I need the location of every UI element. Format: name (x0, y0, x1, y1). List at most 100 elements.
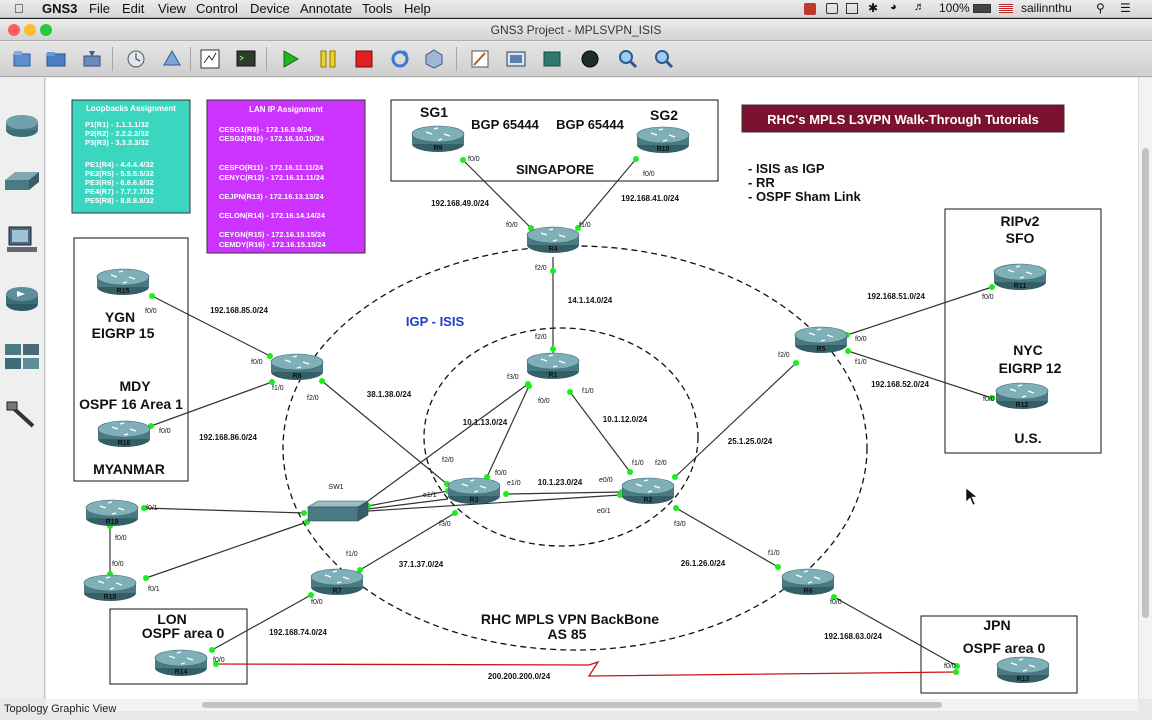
svg-text:PE2(R5) - 5.5.5.5/32: PE2(R5) - 5.5.5.5/32 (85, 169, 154, 178)
port-label: f0/0 (855, 336, 867, 343)
flag-icon[interactable] (999, 4, 1013, 13)
svg-text:CESFO(R11) - 172.16.11.11/24: CESFO(R11) - 172.16.11.11/24 (219, 163, 324, 172)
switch-icon[interactable] (3, 166, 41, 200)
apple-icon[interactable]:  (14, 1, 24, 16)
tutorial-banner-text: RHC's MPLS L3VPN Walk-Through Tutorials (767, 112, 1039, 127)
zoom-in-button[interactable] (614, 45, 642, 73)
bgp-label-1: BGP 65444 (471, 117, 539, 132)
user-name[interactable]: sailinnthu (1021, 1, 1072, 15)
menu-edit[interactable]: Edit (122, 1, 144, 16)
router-label: R4 (549, 246, 558, 253)
port-label: f0/0 (983, 396, 995, 403)
router-label: R5 (817, 346, 826, 353)
svg-text:CESG2(R10) - 172.16.10.10/24: CESG2(R10) - 172.16.10.10/24 (219, 134, 325, 143)
svg-text:PE1(R4) - 4.4.4.4/32: PE1(R4) - 4.4.4.4/32 (85, 160, 154, 169)
eigrp12-label: EIGRP 12 (999, 360, 1062, 376)
bluetooth-icon[interactable]: ✱ (868, 1, 878, 15)
vertical-scroll-thumb[interactable] (1142, 148, 1149, 618)
menu-control[interactable]: Control (196, 1, 238, 16)
router-r14: R14 (154, 649, 208, 676)
svg-text:PE5(R8) - 8.8.8.8/32: PE5(R8) - 8.8.8.8/32 (85, 196, 154, 205)
myanmar-label: MYANMAR (93, 461, 165, 477)
port-label: f0/0 (944, 663, 956, 670)
reload-all-button[interactable] (386, 45, 414, 73)
add-note-button[interactable] (466, 45, 494, 73)
device-sidebar (0, 78, 45, 698)
port-label: f0/1 (148, 586, 160, 593)
battery-icon[interactable] (973, 4, 991, 13)
topology-diagram: Loopbacks Assignment P1(R1) - 1.1.1.1/32… (71, 99, 1102, 694)
port-label: f0/0 (830, 599, 842, 606)
backbone-ellipse (282, 245, 868, 651)
menu-app-name[interactable]: GNS3 (42, 1, 77, 16)
port-label: f0/0 (468, 156, 480, 163)
save-project-button[interactable] (78, 45, 106, 73)
volume-icon[interactable]: ♬ (914, 1, 925, 13)
status-app-icon[interactable] (804, 3, 816, 15)
topology-summary-button[interactable] (196, 45, 224, 73)
loopbacks-title: Loopbacks Assignment (86, 104, 176, 113)
draw-rectangle-button[interactable] (538, 45, 566, 73)
port-label: e1/0 (507, 480, 521, 487)
virtualbox-button[interactable] (420, 45, 448, 73)
terminal-button[interactable] (232, 45, 260, 73)
lan-ip-title: LAN IP Assignment (249, 105, 323, 114)
gns3-window: GNS3 Project - MPLSVPN_ISIS Loopbacks As… (0, 19, 1152, 720)
port-label: f0/0 (643, 171, 655, 178)
airplay-icon[interactable] (846, 3, 858, 14)
menu-tools[interactable]: Tools (362, 1, 392, 16)
router-label: R8 (293, 373, 302, 380)
router-label: R2 (644, 497, 653, 504)
port-label: f0/1 (146, 505, 158, 512)
subnet-label: 14.1.14.0/24 (568, 296, 613, 305)
snapshot-button[interactable] (122, 45, 150, 73)
port-label: f0/0 (538, 398, 550, 405)
security-device-icon[interactable] (3, 282, 41, 316)
console-all-button[interactable] (158, 45, 186, 73)
draw-ellipse-button[interactable] (576, 45, 604, 73)
router-label: R3 (470, 497, 479, 504)
eigrp15-label: EIGRP 15 (92, 325, 155, 341)
new-project-button[interactable] (8, 45, 36, 73)
notification-icon[interactable]: ☰ (1120, 1, 1131, 15)
port-label: f1/0 (272, 385, 284, 392)
router-icon[interactable] (3, 108, 41, 142)
start-all-button[interactable] (276, 45, 304, 73)
vertical-scrollbar[interactable] (1138, 78, 1152, 699)
menu-file[interactable]: File (89, 1, 110, 16)
port-label: f0/0 (213, 657, 225, 664)
router-r3: R3 (447, 477, 501, 504)
stop-all-button[interactable] (350, 45, 378, 73)
router-r19: R19 (85, 499, 139, 526)
suspend-all-button[interactable] (314, 45, 342, 73)
subnet-label: 10.1.12.0/24 (603, 415, 648, 424)
router-r4: R4 (526, 226, 580, 253)
menu-device[interactable]: Device (250, 1, 290, 16)
router-label: R1 (549, 372, 558, 379)
topology-canvas[interactable]: Loopbacks Assignment P1(R1) - 1.1.1.1/32… (46, 78, 1138, 699)
end-device-icon[interactable] (3, 224, 41, 258)
lon-ospf-label: OSPF area 0 (142, 625, 225, 641)
menu-annotate[interactable]: Annotate (300, 1, 352, 16)
menu-help[interactable]: Help (404, 1, 431, 16)
open-project-button[interactable] (42, 45, 70, 73)
battery-text[interactable]: 100% (939, 1, 970, 15)
switch-sw1: SW1 (306, 484, 370, 522)
nyc-label: NYC (1013, 342, 1043, 358)
svg-text:P1(R1) - 1.1.1.1/32: P1(R1) - 1.1.1.1/32 (85, 120, 149, 129)
port-label: f0/0 (115, 535, 127, 542)
svg-text:CESG1(R9) - 172.16.9.9/24: CESG1(R9) - 172.16.9.9/24 (219, 125, 312, 134)
port-label: f1/0 (632, 460, 644, 467)
menu-view[interactable]: View (158, 1, 186, 16)
router-label: R12 (1016, 402, 1029, 409)
screenshot-button[interactable] (502, 45, 530, 73)
wifi-icon[interactable]: ◕ (890, 1, 897, 13)
all-devices-icon[interactable] (3, 340, 41, 374)
svg-text:PE4(R7) - 7.7.7.7/32: PE4(R7) - 7.7.7.7/32 (85, 187, 154, 196)
link-tool-icon[interactable] (3, 398, 41, 432)
zoom-out-button[interactable] (650, 45, 678, 73)
us-label: U.S. (1014, 430, 1041, 446)
search-icon[interactable]: ⚲ (1096, 1, 1105, 15)
display-icon[interactable] (826, 3, 838, 14)
router-r12: R12 (995, 382, 1049, 409)
